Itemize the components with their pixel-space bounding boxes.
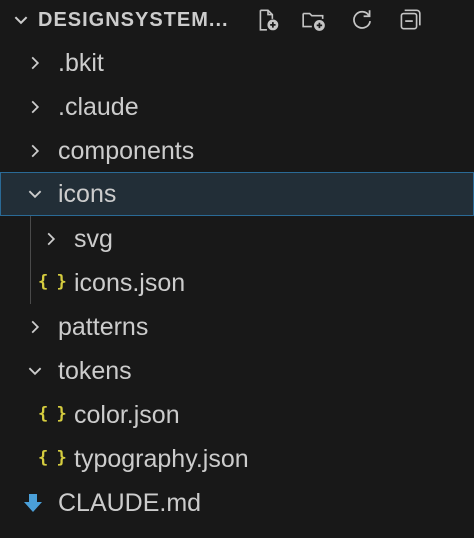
explorer-header[interactable]: DESIGNSYSTEM...: [0, 0, 474, 40]
workspace-title[interactable]: DESIGNSYSTEM...: [38, 9, 229, 32]
tree-item-label: tokens: [58, 357, 132, 385]
tree-item-patterns[interactable]: patterns: [0, 305, 474, 349]
tree-item-color-json[interactable]: { } color.json: [0, 393, 474, 437]
tree-item-components[interactable]: components: [0, 129, 474, 173]
new-file-icon: [259, 9, 279, 31]
collapse-all-icon: [400, 9, 421, 30]
download-arrow-icon: [24, 494, 42, 512]
tree-item-label: patterns: [58, 313, 149, 341]
tree-item-claude[interactable]: .claude: [0, 85, 474, 129]
chevron-right-icon: [31, 144, 40, 158]
chevron-right-icon: [31, 56, 40, 70]
tree-item-label: components: [58, 137, 195, 165]
file-explorer: DESIGNSYSTEM... .bkit .claude components…: [0, 0, 474, 538]
tree-item-svg[interactable]: svg: [0, 217, 474, 261]
collapse-all-button[interactable]: [394, 5, 424, 35]
chevron-down-icon: [28, 190, 42, 199]
tree-item-label: icons: [58, 180, 117, 208]
json-file-icon: { }: [38, 272, 67, 292]
new-folder-button[interactable]: [299, 5, 329, 35]
tree-item-label: color.json: [74, 401, 180, 429]
chevron-down-icon: [28, 367, 42, 376]
tree-item-label: typography.json: [74, 445, 249, 473]
new-file-button[interactable]: [253, 5, 283, 35]
chevron-right-icon: [31, 320, 40, 334]
chevron-right-icon: [31, 100, 40, 114]
new-folder-icon: [302, 12, 325, 31]
tree-item-label: icons.json: [74, 269, 186, 297]
tree-item-icons-json[interactable]: { } icons.json: [0, 261, 474, 305]
tree-item-label: CLAUDE.md: [58, 489, 202, 517]
chevron-right-icon: [47, 232, 56, 246]
tree-item-label: .bkit: [58, 49, 104, 77]
tree-item-bkit[interactable]: .bkit: [0, 41, 474, 85]
json-file-icon: { }: [38, 404, 67, 424]
refresh-button[interactable]: [347, 5, 377, 35]
json-file-icon: { }: [38, 448, 67, 468]
tree-item-claude-md[interactable]: CLAUDE.md: [0, 481, 474, 525]
tree-item-label: .claude: [58, 93, 139, 121]
tree-item-label: svg: [74, 225, 113, 253]
tree-item-typography-json[interactable]: { } typography.json: [0, 437, 474, 481]
tree-item-tokens[interactable]: tokens: [0, 349, 474, 393]
refresh-icon: [353, 10, 371, 29]
tree-item-icons[interactable]: icons: [0, 172, 474, 216]
chevron-down-icon[interactable]: [12, 11, 30, 29]
